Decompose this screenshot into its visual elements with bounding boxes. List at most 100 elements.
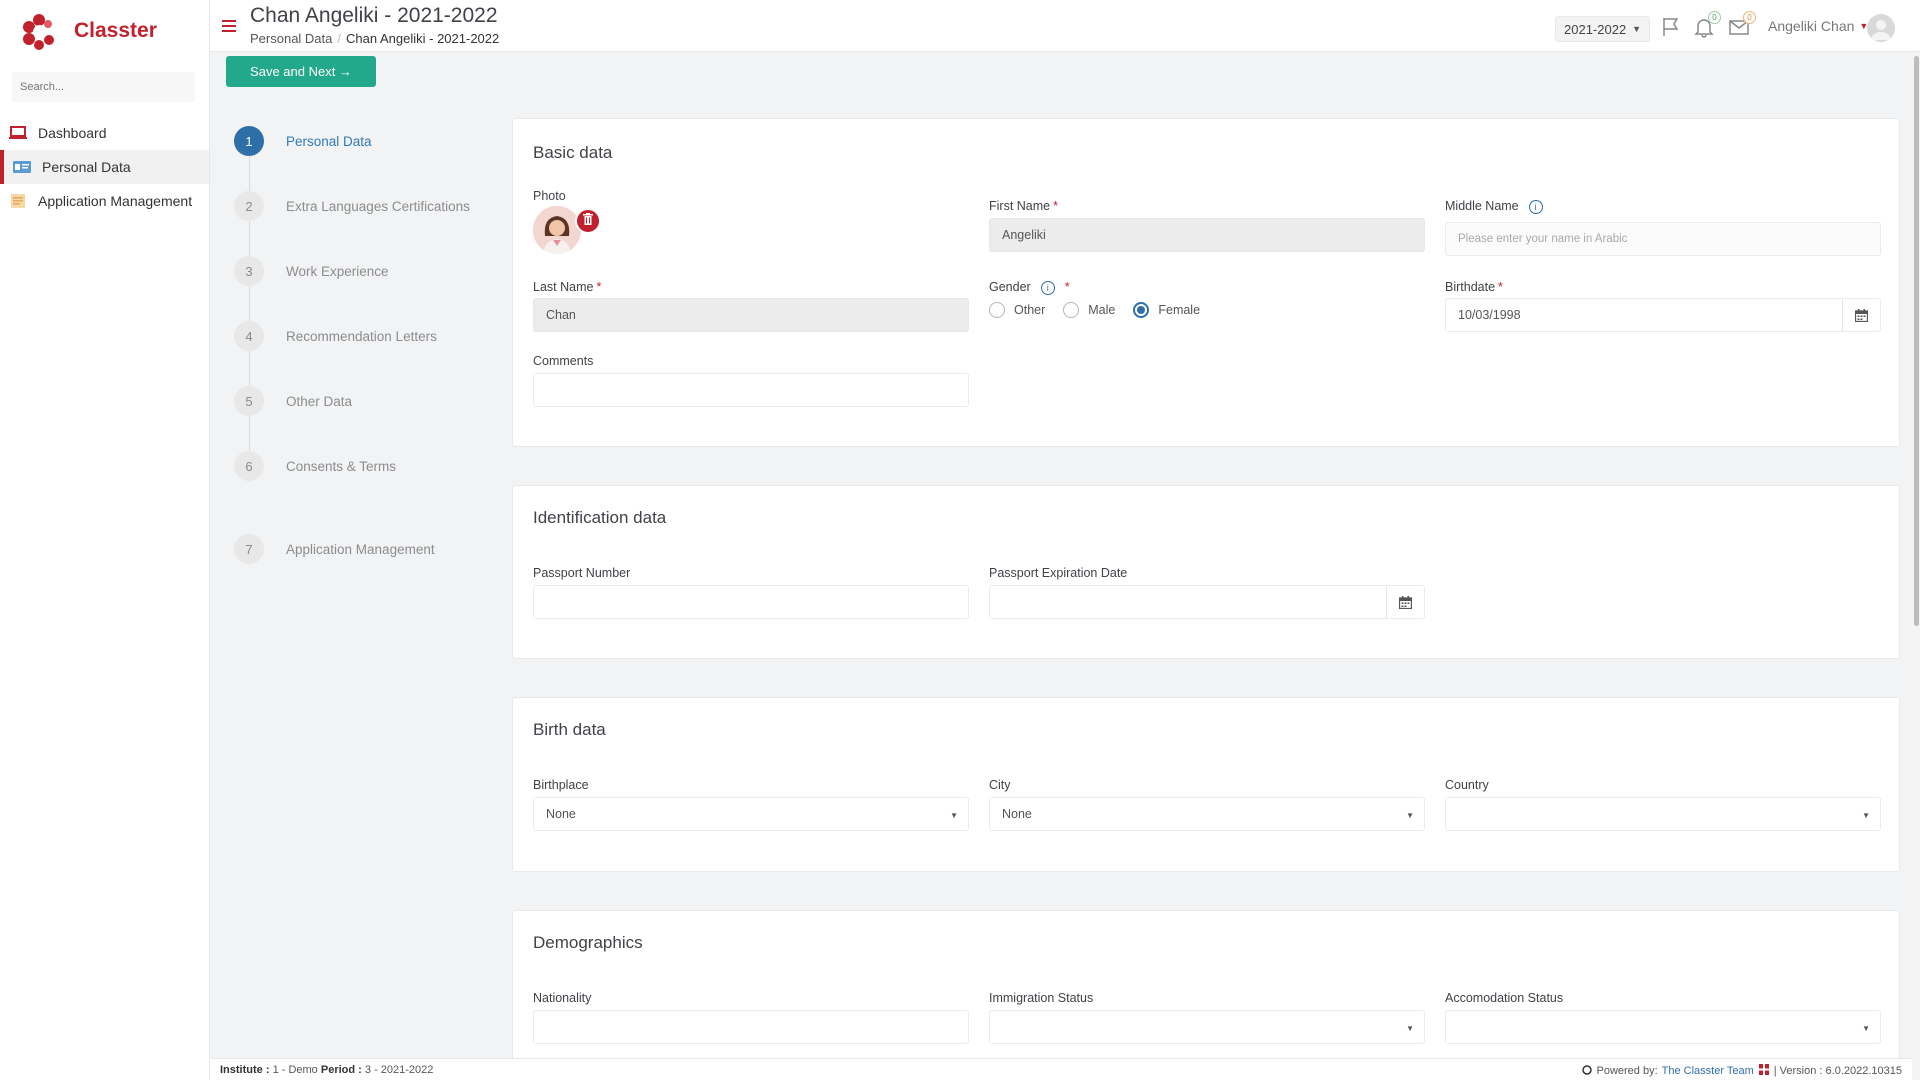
radio-button[interactable]: [1063, 302, 1080, 318]
laptop-icon: [8, 125, 28, 141]
caret-down-icon: ▼: [1862, 811, 1870, 820]
notifications-badge: 0: [1708, 11, 1721, 24]
step-label: Other Data: [286, 393, 353, 409]
step-label: Recommendation Letters: [286, 328, 437, 344]
institute-label: Institute :: [220, 1064, 270, 1076]
info-icon[interactable]: i: [1528, 199, 1543, 214]
sidebar-item-personal-data[interactable]: Personal Data: [0, 150, 209, 184]
radio-button-checked[interactable]: [1133, 302, 1150, 318]
radio-label: Male: [1088, 303, 1116, 317]
sidebar-item-dashboard[interactable]: Dashboard: [0, 116, 209, 150]
page-title: Chan Angeliki - 2021-2022: [250, 4, 498, 27]
period-value: 3 - 2021-2022: [364, 1064, 434, 1076]
trash-icon: [583, 212, 593, 230]
footer-info: Institute : 1 - Demo Period : 3 - 2021-2…: [220, 1064, 433, 1076]
flag-icon[interactable]: [1660, 16, 1682, 38]
sidebar-search-input[interactable]: [20, 81, 187, 93]
middle-name-label-text: Middle Name: [1445, 199, 1519, 213]
title-block: Chan Angeliki - 2021-2022 Personal Data /…: [250, 4, 499, 46]
step-work-experience[interactable]: 3 Work Experience: [234, 256, 389, 286]
step-number: 5: [234, 386, 264, 416]
caret-down-icon: ▼: [1406, 1024, 1414, 1033]
bell-icon[interactable]: 0: [1693, 11, 1721, 38]
document-icon: [8, 193, 28, 209]
nationality-label: Nationality: [533, 991, 592, 1005]
basic-data-panel: Basic data Photo First Name * Angeliki Mi…: [512, 118, 1900, 447]
caret-down-icon: ▼: [950, 811, 958, 820]
classter-small-logo-icon: [1582, 1064, 1593, 1078]
passport-number-field[interactable]: [533, 585, 969, 619]
first-name-label: First Name *: [989, 199, 1058, 213]
step-other-data[interactable]: 5 Other Data: [234, 386, 352, 416]
delete-photo-button[interactable]: [575, 208, 601, 234]
period-label: Period :: [320, 1064, 362, 1076]
step-consents-terms[interactable]: 6 Consents & Terms: [234, 451, 396, 481]
radio-button[interactable]: [989, 302, 1005, 318]
birthplace-select[interactable]: None ▼: [533, 797, 969, 831]
birthdate-field[interactable]: 10/03/1998: [1445, 298, 1881, 332]
save-and-next-button[interactable]: Save and Next →: [226, 56, 376, 87]
calendar-icon[interactable]: [1386, 586, 1424, 618]
brand[interactable]: Classter: [0, 0, 209, 62]
comments-field[interactable]: [533, 373, 969, 407]
immigration-status-select[interactable]: ▼: [989, 1010, 1425, 1044]
step-number: 1: [234, 126, 264, 156]
breadcrumb-item[interactable]: Personal Data: [250, 31, 332, 46]
city-select[interactable]: None ▼: [989, 797, 1425, 831]
gender-option-female[interactable]: Female: [1133, 302, 1200, 318]
city-value: None: [1002, 807, 1032, 821]
step-extra-languages[interactable]: 2 Extra Languages Certifications: [234, 191, 470, 221]
step-number: 2: [234, 191, 264, 221]
birth-data-panel: Birth data Birthplace None ▼ City None ▼…: [512, 697, 1900, 872]
birthdate-label: Birthdate *: [1445, 280, 1503, 294]
gender-option-male[interactable]: Male: [1063, 302, 1115, 318]
gender-radio-group: Other Male Female: [989, 302, 1218, 318]
period-value: 2021-2022: [1564, 21, 1627, 37]
step-label: Consents & Terms: [286, 458, 397, 474]
first-name-field[interactable]: Angeliki: [989, 218, 1425, 252]
step-number: 3: [234, 256, 264, 286]
footer: Institute : 1 - Demo Period : 3 - 2021-2…: [210, 1058, 1912, 1080]
period-select[interactable]: 2021-2022 ▼: [1555, 16, 1651, 42]
step-label: Personal Data: [286, 133, 372, 149]
first-name-label-text: First Name: [989, 199, 1051, 213]
step-application-management[interactable]: 7 Application Management: [234, 534, 435, 564]
last-name-label: Last Name *: [533, 280, 602, 294]
step-recommendation-letters[interactable]: 4 Recommendation Letters: [234, 321, 437, 351]
nationality-field[interactable]: [533, 1010, 969, 1044]
sidebar-search[interactable]: [12, 72, 195, 102]
gender-label-text: Gender: [989, 280, 1031, 294]
passport-expiration-field[interactable]: [989, 585, 1425, 619]
scrollbar-thumb[interactable]: [1914, 56, 1919, 626]
envelope-icon[interactable]: 0: [1728, 11, 1756, 38]
classter-flag-icon: [1758, 1064, 1769, 1078]
brand-name: Classter: [74, 19, 157, 42]
gender-option-other[interactable]: Other: [989, 302, 1045, 318]
middle-name-field[interactable]: Please enter your name in Arabic: [1445, 222, 1881, 256]
last-name-field[interactable]: Chan: [533, 298, 969, 332]
profile-photo: [533, 206, 581, 254]
country-select[interactable]: ▼: [1445, 797, 1881, 831]
birthplace-value: None: [546, 807, 576, 821]
sidebar-item-label: Personal Data: [42, 159, 131, 175]
last-name-label-text: Last Name: [533, 280, 594, 294]
messages-badge: 0: [1743, 11, 1756, 24]
radio-label: Female: [1158, 303, 1201, 317]
user-menu[interactable]: Angeliki Chan ▼: [1768, 18, 1868, 34]
user-avatar[interactable]: [1867, 14, 1895, 42]
step-personal-data[interactable]: 1 Personal Data: [234, 126, 372, 156]
sidebar-nav: Dashboard Personal Data Application Mana…: [0, 116, 209, 218]
panel-title: Birth data: [533, 720, 606, 739]
step-label: Application Management: [286, 541, 435, 557]
step-number: 7: [234, 534, 264, 564]
hamburger-menu-icon[interactable]: [222, 20, 236, 32]
classter-team-link[interactable]: The Classter Team: [1662, 1065, 1754, 1077]
powered-by-text: Powered by:: [1596, 1065, 1658, 1077]
panel-title: Basic data: [533, 143, 613, 162]
calendar-icon[interactable]: [1842, 299, 1880, 331]
info-icon[interactable]: i: [1040, 280, 1055, 295]
sidebar-item-application-management[interactable]: Application Management: [0, 184, 209, 218]
topbar: Chan Angeliki - 2021-2022 Personal Data /…: [210, 0, 1920, 52]
user-name: Angeliki Chan: [1768, 18, 1855, 34]
accomodation-status-select[interactable]: ▼: [1445, 1010, 1881, 1044]
